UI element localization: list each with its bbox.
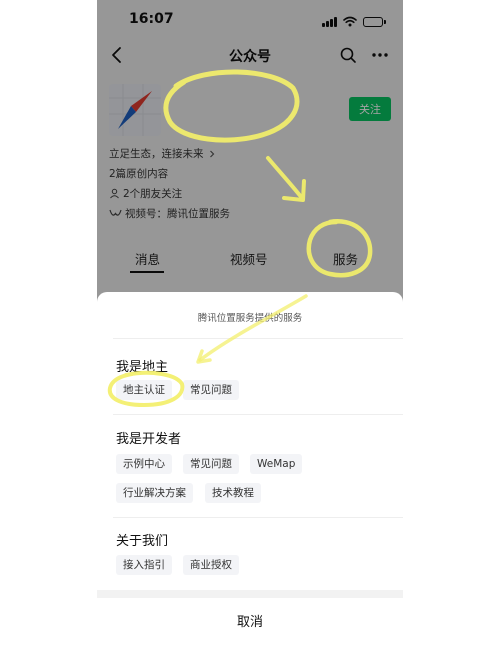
examples-center-chip[interactable]: 示例中心 [116, 454, 172, 474]
sheet-header: 腾讯位置服务提供的服务 [197, 313, 303, 324]
divider [113, 338, 403, 339]
section-title-developer: 我是开发者 [116, 432, 182, 447]
wemap-chip[interactable]: WeMap [250, 454, 303, 474]
commercial-license-chip[interactable]: 商业授权 [183, 555, 239, 575]
industry-solutions-chip[interactable]: 行业解决方案 [116, 483, 193, 503]
divider [113, 517, 403, 518]
services-sheet: 腾讯位置服务提供的服务 我是地主 地主认证 常见问题 我是开发者 示例中心 常见… [97, 292, 403, 648]
tech-tutorials-chip[interactable]: 技术教程 [205, 483, 261, 503]
phone-screen: 16:07 公众号 关注 立足生态，连接未来 2篇原创内容 2个朋友关注 视频号… [97, 0, 403, 648]
cancel-button[interactable]: 取消 [97, 598, 403, 648]
sheet-gap [97, 590, 403, 598]
landlord-faq-chip[interactable]: 常见问题 [183, 380, 239, 400]
section-title-landlord: 我是地主 [116, 360, 169, 375]
section-title-about: 关于我们 [116, 534, 169, 549]
divider [113, 414, 403, 415]
developer-faq-chip[interactable]: 常见问题 [183, 454, 239, 474]
landlord-certification-chip[interactable]: 地主认证 [116, 380, 172, 400]
integration-guide-chip[interactable]: 接入指引 [116, 555, 172, 575]
